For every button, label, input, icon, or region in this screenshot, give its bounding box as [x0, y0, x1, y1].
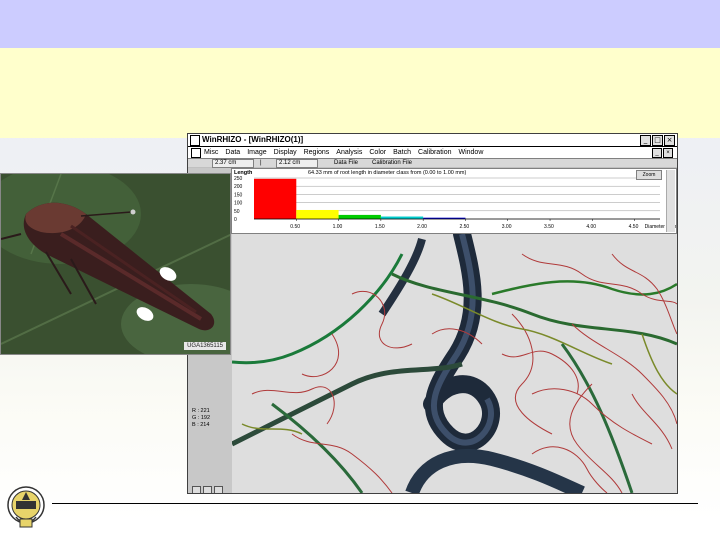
color-stats: R : 221 G : 192 B : 214 [192, 408, 210, 429]
panel-button-2[interactable] [203, 486, 212, 493]
calibration-file-label[interactable]: Calibration File [372, 159, 412, 167]
stat-g: G : 192 [192, 415, 211, 421]
histogram-bar [380, 216, 424, 219]
menu-regions[interactable]: Regions [304, 147, 330, 158]
toolbar: 2.37 cm | 2.12 cm Data File Calibration … [188, 159, 677, 168]
menu-analysis[interactable]: Analysis [336, 147, 362, 158]
y-tick-label: 50 [234, 209, 240, 215]
menu-display[interactable]: Display [274, 147, 297, 158]
histogram-ylabel: Length [234, 170, 253, 176]
top-banner [0, 0, 720, 48]
diameter-histogram: 250 200 150 100 50 0 0.50 1.00 1.50 2.00 2.50 3.00 3… [231, 168, 677, 234]
window-titlebar[interactable]: WinRHIZO - [WinRHIZO(1)] _ □ × [188, 134, 677, 147]
x-tick-label: 2.50 [459, 224, 469, 230]
menu-batch[interactable]: Batch [393, 147, 411, 158]
close-button[interactable]: × [664, 135, 675, 146]
document-icon[interactable] [191, 148, 201, 158]
system-menu-icon[interactable] [190, 135, 200, 146]
menu-image[interactable]: Image [247, 147, 266, 158]
measure-field-1[interactable]: 2.37 cm [212, 159, 254, 168]
measure-field-2[interactable]: 2.12 cm [276, 159, 318, 168]
window-title: WinRHIZO - [WinRHIZO(1)] [202, 135, 304, 144]
histogram-bar [338, 214, 381, 219]
footer-divider [52, 503, 698, 504]
minimize-button[interactable]: _ [640, 135, 651, 146]
histogram-chart: 250 200 150 100 50 0 0.50 1.00 1.50 2.00 2.50 3.00 3… [234, 176, 676, 230]
root-scan-image [232, 234, 677, 493]
histogram-scrollbar[interactable] [666, 170, 675, 232]
zoom-button[interactable]: Zoom [636, 170, 662, 180]
university-seal-logo [6, 484, 46, 530]
stat-b: B : 214 [192, 422, 210, 428]
winrhizo-window[interactable]: WinRHIZO - [WinRHIZO(1)] _ □ × Misc Data… [187, 133, 678, 494]
menu-color[interactable]: Color [369, 147, 386, 158]
histogram-bar [296, 209, 339, 219]
data-file-label[interactable]: Data File [334, 159, 358, 167]
y-tick-label: 100 [234, 201, 243, 207]
panel-button-3[interactable] [214, 486, 223, 493]
insect-photo: UGA1365115 [0, 173, 231, 355]
x-tick-label: 3.50 [544, 224, 554, 230]
slide-title-area [0, 48, 720, 138]
x-tick-label: 4.00 [586, 224, 596, 230]
y-tick-label: 0 [234, 217, 237, 223]
x-tick-label: 1.00 [333, 224, 343, 230]
menu-misc[interactable]: Misc [204, 147, 218, 158]
x-tick-label: 4.50 [629, 224, 639, 230]
y-tick-label: 250 [234, 176, 243, 182]
stat-r: R : 221 [192, 408, 210, 414]
y-tick-label: 200 [234, 184, 243, 190]
mdi-close-button[interactable]: × [663, 148, 673, 158]
menu-bar: Misc Data Image Display Regions Analysis… [188, 147, 677, 159]
x-tick-label: 0.50 [290, 224, 300, 230]
x-tick-label: 1.50 [375, 224, 385, 230]
root-image-canvas[interactable] [232, 234, 677, 493]
y-tick-label: 150 [234, 192, 243, 198]
histogram-bar [254, 178, 297, 219]
mdi-minimize-button[interactable]: _ [652, 148, 662, 158]
menu-calibration[interactable]: Calibration [418, 147, 451, 158]
toolbar-separator: | [260, 160, 262, 166]
menu-window[interactable]: Window [458, 147, 483, 158]
leafhopper-image [1, 174, 230, 354]
menu-data[interactable]: Data [225, 147, 240, 158]
x-tick-label: 2.00 [417, 224, 427, 230]
histogram-heading: 64.33 mm of root length in diameter clas… [308, 170, 467, 176]
x-tick-label: 3.00 [502, 224, 512, 230]
maximize-button[interactable]: □ [652, 135, 663, 146]
photo-caption: UGA1365115 [184, 342, 226, 350]
panel-button-1[interactable] [192, 486, 201, 493]
